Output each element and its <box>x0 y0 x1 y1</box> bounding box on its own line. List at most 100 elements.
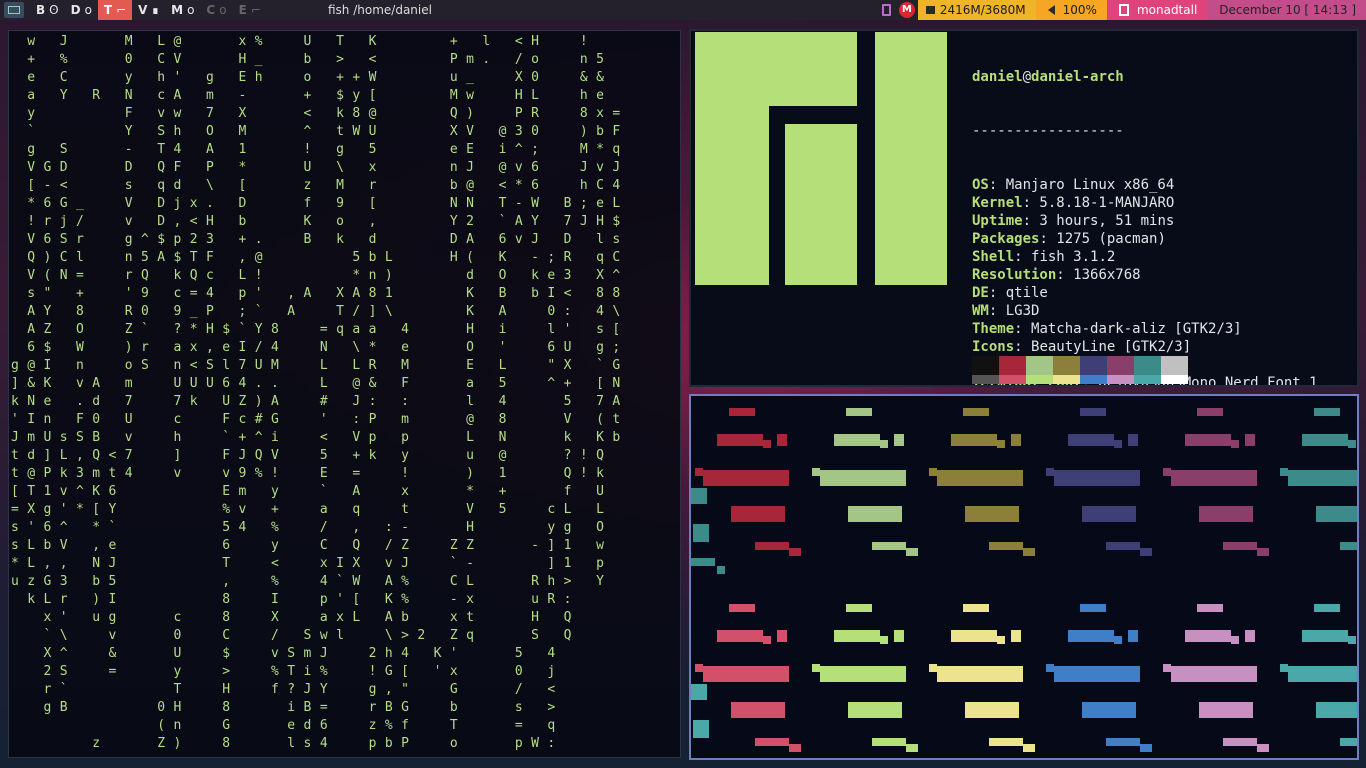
group-b[interactable]: Bʘ <box>30 0 65 20</box>
info-row: Theme: Matcha-dark-aliz [GTK2/3] <box>972 320 1318 338</box>
pipe-segment <box>703 470 789 486</box>
group-letter: V <box>138 3 148 17</box>
info-label: Theme <box>972 321 1015 337</box>
palette-swatch-bright <box>1026 375 1053 384</box>
info-value: : 5.8.18-1-MANJARO <box>1022 195 1175 211</box>
pipe-segment <box>1197 604 1223 612</box>
pipe-segment <box>777 630 787 642</box>
palette-swatch-bright <box>1161 375 1188 384</box>
pipe-segment <box>731 702 785 718</box>
pipes-animation <box>691 408 1357 752</box>
info-label: Resolution <box>972 267 1057 283</box>
pipe-segment <box>1316 506 1357 522</box>
pipe-segment <box>777 434 787 446</box>
group-letter: D <box>70 3 81 17</box>
hostname: daniel-arch <box>1031 69 1124 85</box>
clipboard-icon[interactable] <box>878 0 896 20</box>
pipe-segment <box>1314 604 1340 612</box>
group-d[interactable]: Do <box>65 0 98 20</box>
palette-swatch-bright <box>1107 375 1134 384</box>
pipe-segment <box>951 630 997 642</box>
pipe-segment <box>1114 440 1122 448</box>
pipe-segment <box>812 468 820 476</box>
pipe-segment <box>695 468 703 476</box>
pipe-segment <box>1082 506 1136 522</box>
pipe-segment <box>880 636 888 644</box>
group-v[interactable]: V ∎ <box>132 0 165 20</box>
pipe-segment <box>1199 702 1253 718</box>
pipe-segment <box>1023 744 1035 752</box>
layout-name: monadtall <box>1136 3 1198 17</box>
pipe-segment <box>1340 542 1357 550</box>
pipe-segment <box>1140 548 1152 556</box>
group-icon: ʘ <box>49 3 59 17</box>
pipe-segment <box>1280 468 1288 476</box>
palette-swatch-bright <box>1053 375 1080 384</box>
info-label: Icons <box>972 339 1015 355</box>
memory-icon <box>925 6 935 14</box>
pipe-segment <box>1257 548 1269 556</box>
palette-swatch-dark <box>999 356 1026 375</box>
pipe-segment <box>951 434 997 446</box>
pipe-segment <box>989 738 1023 746</box>
mega-sync-icon[interactable]: M <box>896 0 918 20</box>
group-letter: E <box>238 3 247 17</box>
matrix-rain-output: w J M L @ x % U T K + l < H ! + % 0 C V … <box>11 34 621 751</box>
group-m[interactable]: Mo <box>165 0 200 20</box>
window-title: fish /home/daniel <box>328 3 432 17</box>
pipe-segment <box>1185 630 1231 642</box>
group-box: Bʘ Do T ⌐ V ∎ Mo Co E ⌐ <box>30 0 267 20</box>
pipe-segment <box>1068 434 1114 446</box>
volume-value: 100% <box>1062 3 1097 17</box>
pipe-segment <box>717 434 763 446</box>
pipe-segment <box>717 630 763 642</box>
pipe-segment <box>906 548 918 556</box>
launcher-icon[interactable] <box>4 2 24 18</box>
pipe-segment <box>1280 664 1288 672</box>
pipe-segment <box>848 702 902 718</box>
group-c[interactable]: Co <box>200 0 232 20</box>
group-letter: T <box>103 3 113 17</box>
pipe-segment <box>763 440 771 448</box>
group-t[interactable]: T ⌐ <box>97 0 133 20</box>
pipe-segment <box>929 664 937 672</box>
pipe-segment <box>1023 548 1035 556</box>
layout-widget[interactable]: monadtall <box>1106 0 1208 20</box>
pipe-segment <box>1114 636 1122 644</box>
info-value: : Manjaro Linux x86_64 <box>988 177 1175 193</box>
matrix-terminal-window[interactable]: w J M L @ x % U T K + l < H ! + % 0 C V … <box>8 30 681 758</box>
pipe-segment <box>1080 408 1106 416</box>
info-row: Uptime: 3 hours, 51 mins <box>972 212 1318 230</box>
pipe-segment <box>1171 470 1257 486</box>
pipe-segment <box>1163 664 1171 672</box>
pipe-segment <box>872 738 906 746</box>
volume-widget[interactable]: 100% <box>1035 0 1107 20</box>
palette-swatch-bright <box>999 375 1026 384</box>
palette-swatch-dark <box>1026 356 1053 375</box>
neofetch-terminal-window[interactable]: daniel@daniel-arch ------------------ OS… <box>689 29 1359 387</box>
pipe-segment <box>848 506 902 522</box>
pipe-segment <box>894 434 904 446</box>
info-label: Shell <box>972 249 1015 265</box>
info-label: Uptime <box>972 213 1023 229</box>
pipe-segment <box>937 666 1023 682</box>
pipe-segment <box>1185 434 1231 446</box>
pipe-segment <box>693 720 709 738</box>
memory-value: 2416M/3680M <box>939 3 1026 17</box>
separator-rule: ------------------ <box>972 123 1124 139</box>
group-e[interactable]: E ⌐ <box>233 0 267 20</box>
pipe-segment <box>1302 630 1348 642</box>
pipe-segment <box>731 506 785 522</box>
top-bar: Bʘ Do T ⌐ V ∎ Mo Co E ⌐ fish /home/daniel M 2416M… <box>0 0 1366 20</box>
manjaro-logo-icon <box>695 32 947 285</box>
pipe-segment <box>1257 744 1269 752</box>
pipe-segment <box>695 664 703 672</box>
pipe-segment <box>997 636 1005 644</box>
group-icon: ⌐ <box>116 3 127 17</box>
pipe-segment <box>1082 702 1136 718</box>
pipe-segment <box>717 566 725 574</box>
pipe-segment <box>1245 434 1255 446</box>
pipe-segment <box>846 604 872 612</box>
pipe-segment <box>729 408 755 416</box>
pipes-terminal-window[interactable] <box>689 394 1359 760</box>
